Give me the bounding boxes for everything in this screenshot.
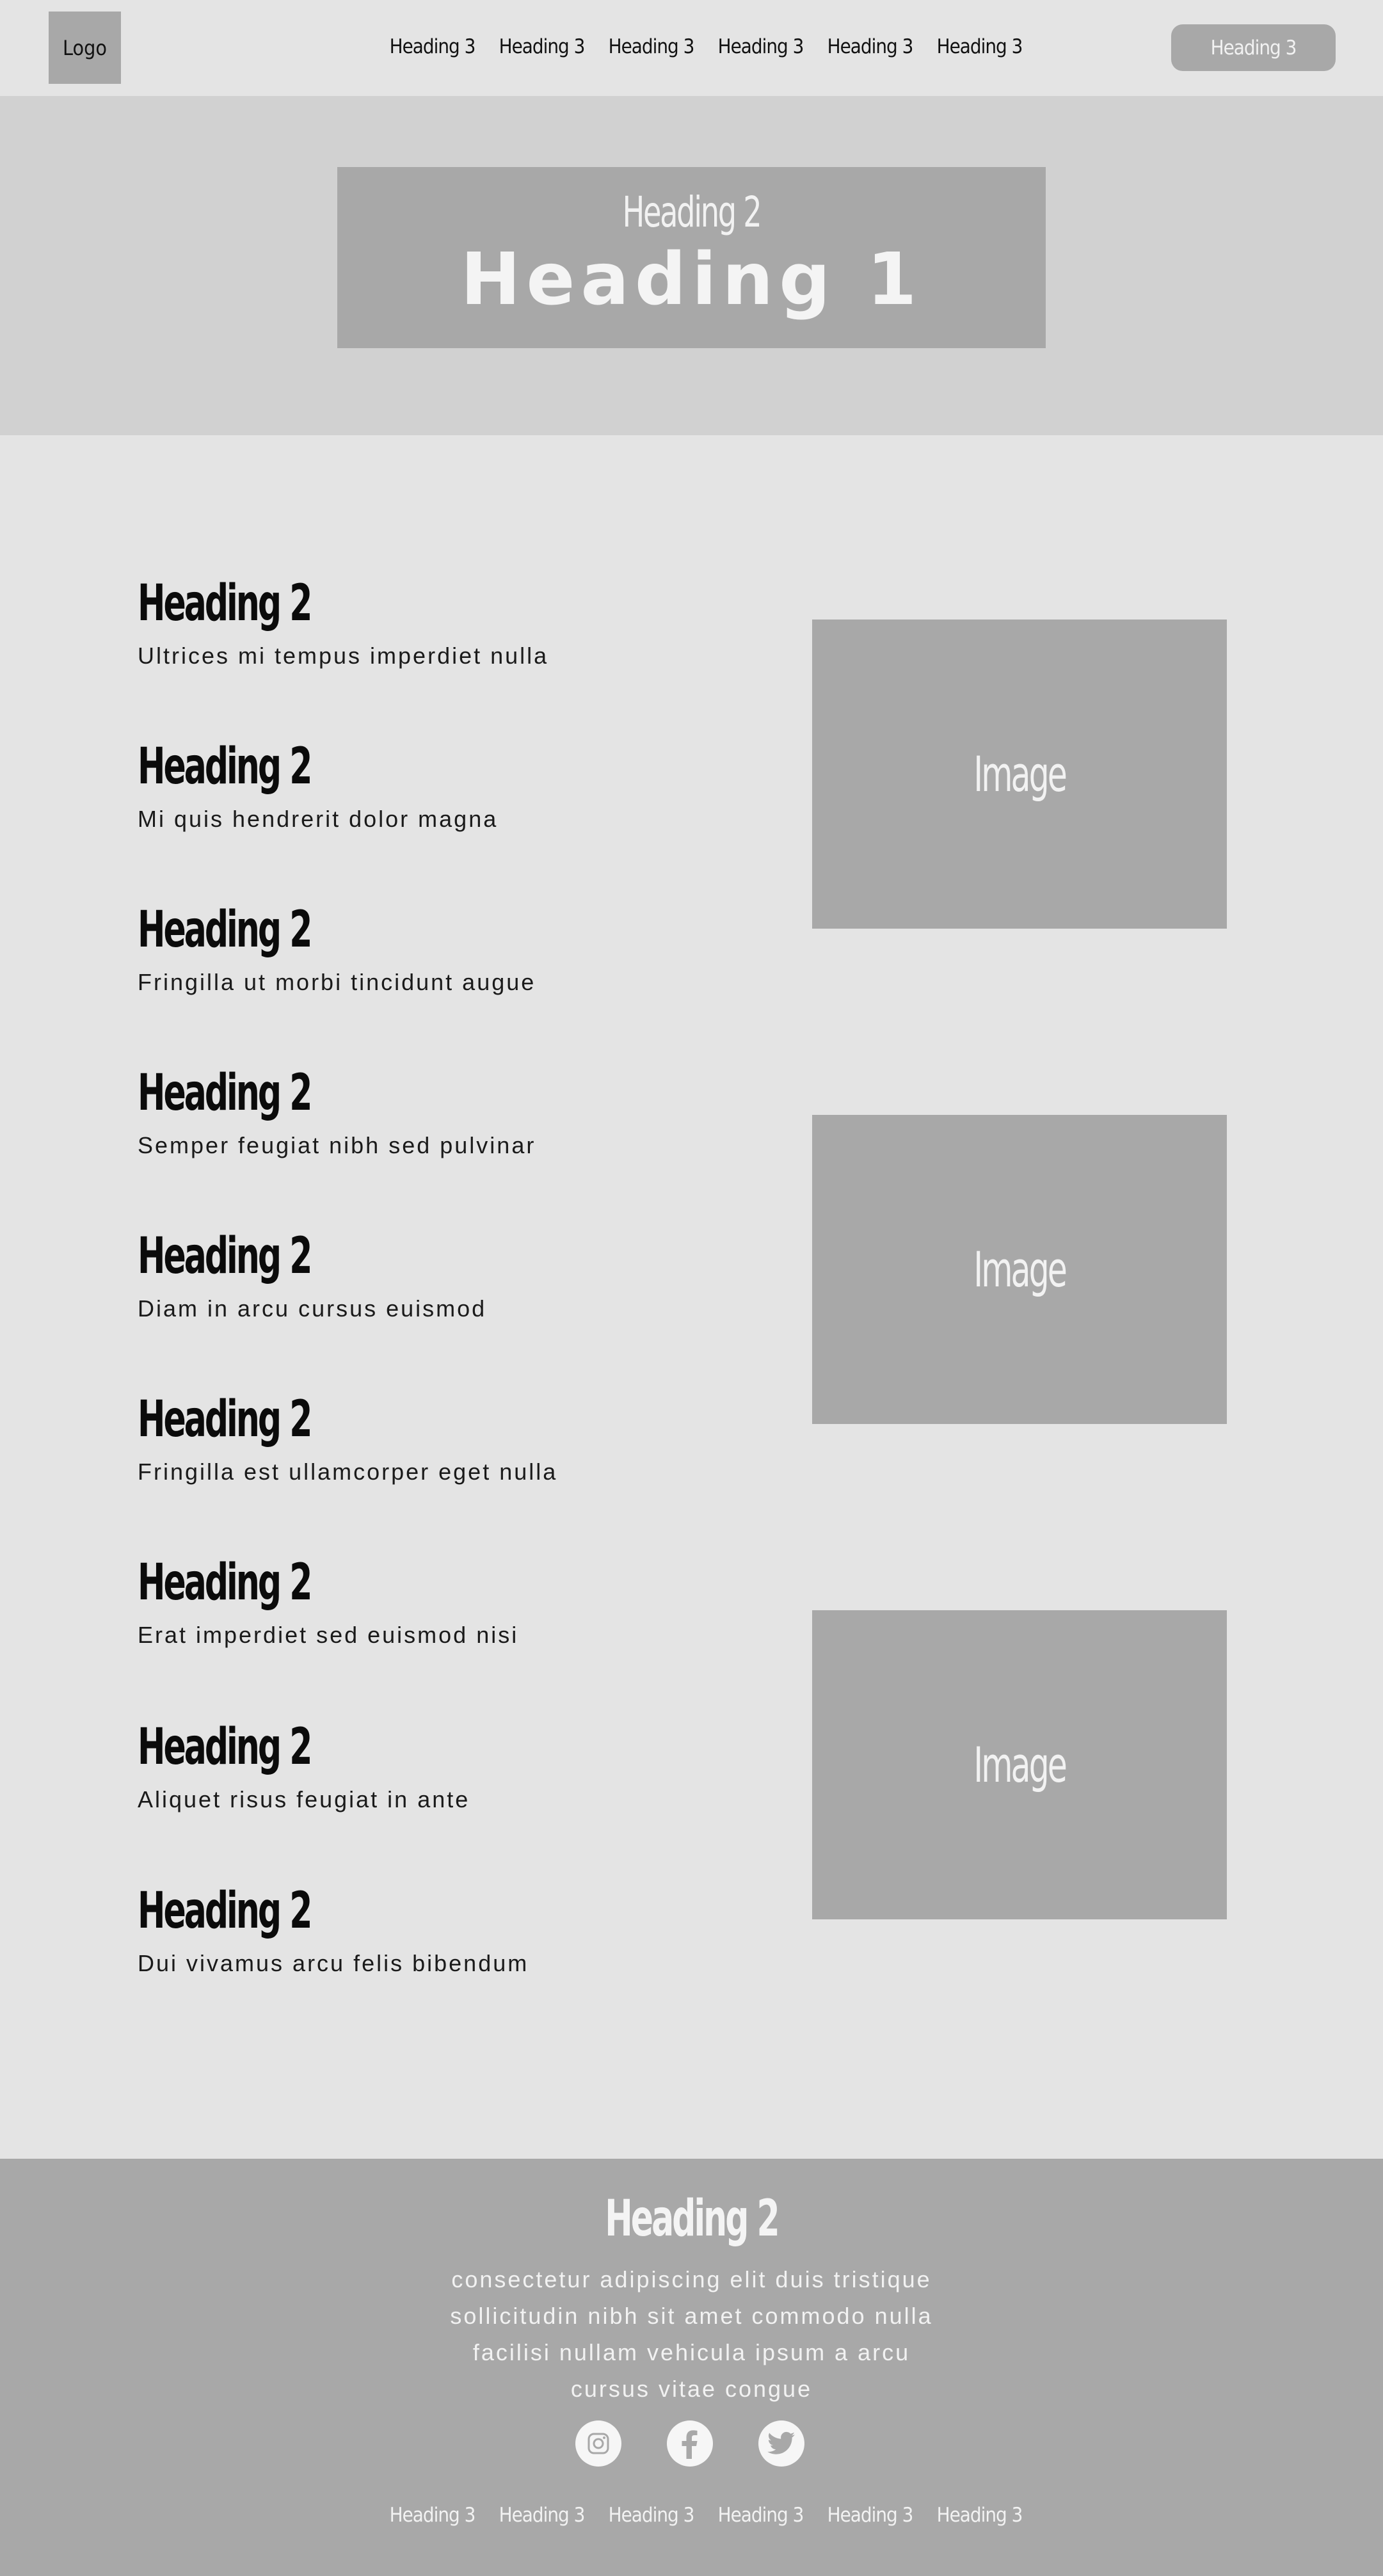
- feature-item: Heading 2 Mi quis hendrerit dolor magna: [138, 742, 746, 833]
- footer-text-line: cursus vitae congue: [570, 2376, 813, 2402]
- image-placeholder: Image: [812, 1610, 1227, 1919]
- footer-heading: Heading 2: [605, 2190, 779, 2248]
- nav-cta-button[interactable]: Heading 3: [1171, 24, 1336, 71]
- nav-links: Heading 3 Heading 3 Heading 3 Heading 3 …: [378, 26, 1034, 68]
- logo[interactable]: Logo: [49, 12, 121, 84]
- feature-heading: Heading 2: [138, 1228, 312, 1285]
- feature-text: Mi quis hendrerit dolor magna: [138, 806, 499, 832]
- feature-item: Heading 2 Dui vivamus arcu felis bibendu…: [138, 1886, 746, 1977]
- image-label: Image: [973, 1736, 1067, 1793]
- feature-item: Heading 2 Fringilla ut morbi tincidunt a…: [138, 905, 746, 996]
- feature-heading: Heading 2: [138, 1882, 312, 1940]
- feature-text: Diam in arcu cursus euismod: [138, 1295, 487, 1322]
- hero-title: Heading 1: [460, 237, 923, 321]
- hero-section: Heading 2 Heading 1: [0, 96, 1383, 435]
- footer-link[interactable]: Heading 3: [378, 2504, 487, 2527]
- feature-text: Dui vivamus arcu felis bibendum: [138, 1950, 529, 1976]
- hero-subtitle: Heading 2: [622, 187, 762, 237]
- footer-link[interactable]: Heading 3: [596, 2504, 706, 2527]
- instagram-icon[interactable]: [575, 2420, 621, 2467]
- footer-description: consectetur adipiscing elit duis tristiq…: [403, 2261, 980, 2407]
- footer-link[interactable]: Heading 3: [815, 2504, 925, 2527]
- feature-text: Erat imperdiet sed euismod nisi: [138, 1622, 519, 1648]
- nav-link[interactable]: Heading 3: [596, 35, 706, 58]
- feature-text: Fringilla ut morbi tincidunt augue: [138, 969, 536, 995]
- feature-item: Heading 2 Diam in arcu cursus euismod: [138, 1231, 746, 1322]
- image-placeholder: Image: [812, 620, 1227, 929]
- feature-item: Heading 2 Semper feugiat nibh sed pulvin…: [138, 1068, 746, 1159]
- image-label: Image: [973, 746, 1067, 803]
- feature-heading: Heading 2: [138, 1391, 312, 1448]
- top-nav: Logo Heading 3 Heading 3 Heading 3 Headi…: [0, 0, 1383, 96]
- image-label: Image: [973, 1241, 1067, 1298]
- nav-link[interactable]: Heading 3: [487, 35, 596, 58]
- image-placeholder: Image: [812, 1115, 1227, 1424]
- feature-heading: Heading 2: [138, 901, 312, 959]
- feature-item: Heading 2 Aliquet risus feugiat in ante: [138, 1722, 746, 1813]
- feature-text: Aliquet risus feugiat in ante: [138, 1786, 470, 1812]
- feature-text: Fringilla est ullamcorper eget nulla: [138, 1459, 558, 1485]
- footer-text-line: sollicitudin nibh sit amet commodo nulla: [450, 2303, 933, 2329]
- feature-heading: Heading 2: [138, 575, 312, 632]
- footer-link[interactable]: Heading 3: [925, 2504, 1034, 2527]
- footer-text-line: facilisi nullam vehicula ipsum a arcu: [472, 2339, 911, 2365]
- footer-links: Heading 3 Heading 3 Heading 3 Heading 3 …: [378, 2496, 1034, 2534]
- footer-link[interactable]: Heading 3: [487, 2504, 596, 2527]
- feature-text: Semper feugiat nibh sed pulvinar: [138, 1132, 536, 1158]
- nav-link[interactable]: Heading 3: [378, 35, 487, 58]
- feature-item: Heading 2 Fringilla est ullamcorper eget…: [138, 1395, 746, 1485]
- nav-link[interactable]: Heading 3: [706, 35, 815, 58]
- nav-link[interactable]: Heading 3: [925, 35, 1034, 58]
- feature-item: Heading 2 Ultrices mi tempus imperdiet n…: [138, 579, 746, 669]
- feature-heading: Heading 2: [138, 1554, 312, 1612]
- feature-heading: Heading 2: [138, 1064, 312, 1122]
- feature-item: Heading 2 Erat imperdiet sed euismod nis…: [138, 1558, 746, 1649]
- footer-text-line: consectetur adipiscing elit duis tristiq…: [451, 2266, 932, 2292]
- footer: Heading 2 consectetur adipiscing elit du…: [0, 2159, 1383, 2576]
- feature-heading: Heading 2: [138, 1718, 312, 1776]
- feature-heading: Heading 2: [138, 738, 312, 796]
- footer-link[interactable]: Heading 3: [706, 2504, 815, 2527]
- facebook-icon[interactable]: [667, 2420, 713, 2467]
- page: Logo Heading 3 Heading 3 Heading 3 Headi…: [0, 0, 1383, 2576]
- nav-link[interactable]: Heading 3: [815, 35, 925, 58]
- twitter-icon[interactable]: [758, 2420, 804, 2467]
- hero-banner: Heading 2 Heading 1: [337, 167, 1046, 348]
- feature-text: Ultrices mi tempus imperdiet nulla: [138, 643, 549, 669]
- features-section: Heading 2 Ultrices mi tempus imperdiet n…: [0, 435, 1383, 2159]
